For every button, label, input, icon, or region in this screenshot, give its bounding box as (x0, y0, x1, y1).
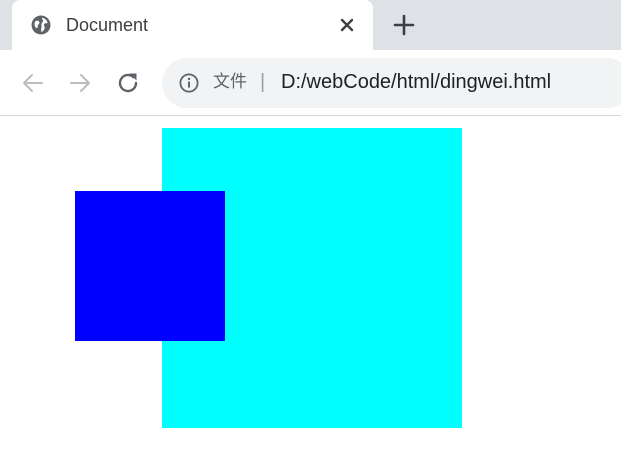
arrow-right-icon[interactable] (66, 69, 94, 97)
address-bar[interactable]: 文件 | D:/webCode/html/dingwei.html (162, 58, 621, 108)
page-viewport (0, 116, 621, 462)
scheme-label: 文件 (213, 72, 247, 92)
blue-box (75, 191, 225, 341)
browser-tab[interactable]: Document (12, 0, 373, 50)
close-icon[interactable] (335, 13, 359, 37)
browser-toolbar: 文件 | D:/webCode/html/dingwei.html (0, 50, 621, 116)
tab-strip: Document (0, 0, 621, 50)
url-separator: | (260, 71, 266, 93)
plus-icon[interactable] (391, 12, 417, 38)
reload-icon[interactable] (114, 69, 142, 97)
url-text[interactable]: D:/webCode/html/dingwei.html (281, 69, 551, 95)
globe-icon (31, 15, 51, 35)
arrow-left-icon[interactable] (19, 69, 47, 97)
info-icon[interactable] (179, 73, 199, 93)
tab-title: Document (66, 15, 149, 35)
